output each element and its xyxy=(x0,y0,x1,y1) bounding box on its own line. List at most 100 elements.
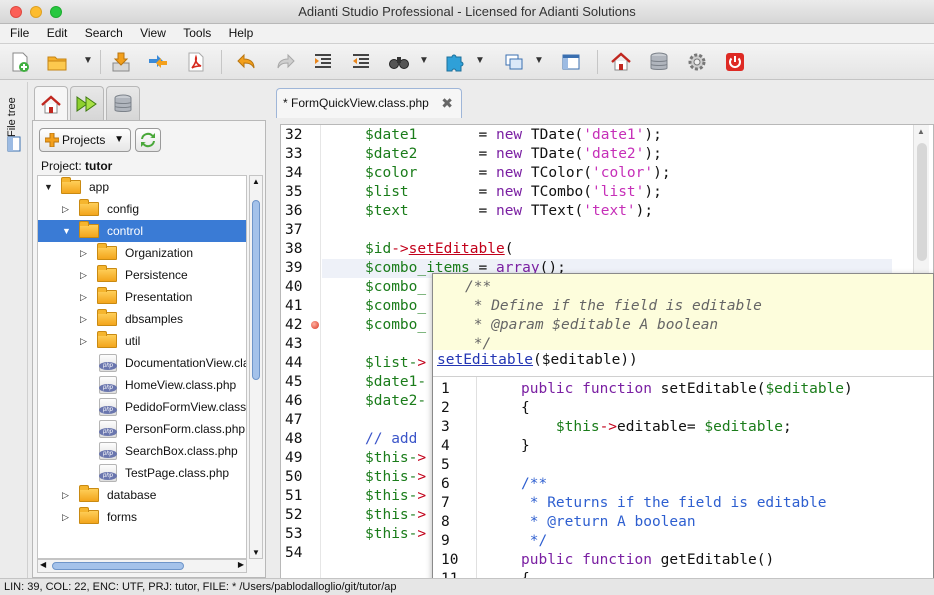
tree-horizontal-scroll-thumb[interactable] xyxy=(52,562,184,570)
code-line[interactable]: $this-> xyxy=(365,506,426,525)
find-dropdown-chevron-icon[interactable]: ▼ xyxy=(418,55,430,67)
collapsed-triangle-icon[interactable]: ▷ xyxy=(62,506,72,528)
refresh-button[interactable] xyxy=(135,128,161,152)
code-line[interactable]: // add xyxy=(365,430,417,449)
tree-row[interactable]: SearchBox.class.php xyxy=(38,440,246,462)
tree-vertical-scroll-thumb[interactable] xyxy=(252,200,260,380)
code-line[interactable]: $this-> xyxy=(365,468,426,487)
collapsed-triangle-icon[interactable]: ▷ xyxy=(62,484,72,506)
tree-row[interactable]: HomeView.class.php xyxy=(38,374,246,396)
undo-button[interactable] xyxy=(233,49,259,75)
home-button[interactable] xyxy=(608,49,634,75)
tree-row[interactable]: ▷ config xyxy=(38,198,246,220)
menu-file[interactable]: File xyxy=(3,24,36,43)
signature-method-name[interactable]: setEditable xyxy=(437,352,533,368)
tab-database[interactable] xyxy=(106,86,140,120)
panel-splitter[interactable] xyxy=(268,82,276,580)
code-line[interactable]: $date2 = new TDate('date2'); xyxy=(365,145,662,164)
scroll-down-icon[interactable]: ▼ xyxy=(252,548,260,557)
tab-project-home[interactable] xyxy=(34,86,68,122)
save-button[interactable] xyxy=(108,49,134,75)
scroll-up-icon[interactable]: ▲ xyxy=(917,127,925,136)
editor-vertical-scrollbar[interactable]: ▲ xyxy=(913,125,929,275)
redo-button[interactable] xyxy=(273,49,299,75)
menu-edit[interactable]: Edit xyxy=(40,24,75,43)
outdent-button[interactable] xyxy=(348,49,374,75)
tree-row[interactable]: ▷ dbsamples xyxy=(38,308,246,330)
tab-run[interactable] xyxy=(70,86,104,120)
collapsed-triangle-icon[interactable]: ▷ xyxy=(80,264,90,286)
find-button[interactable] xyxy=(386,49,412,75)
new-file-button[interactable] xyxy=(7,49,33,75)
code-line[interactable]: $list-> xyxy=(365,354,426,373)
scroll-right-icon[interactable]: ▶ xyxy=(238,560,244,569)
collapsed-triangle-icon[interactable]: ▷ xyxy=(80,242,90,264)
code-line[interactable]: $combo_ xyxy=(365,278,426,297)
tree-row[interactable]: ▼ control xyxy=(38,220,246,242)
window-dropdown-chevron-icon[interactable]: ▼ xyxy=(533,55,545,67)
tree-row[interactable]: ▷ forms xyxy=(38,506,246,528)
expanded-triangle-icon[interactable]: ▼ xyxy=(44,176,54,198)
open-dropdown-chevron-icon[interactable]: ▼ xyxy=(82,55,94,67)
menu-help[interactable]: Help xyxy=(222,24,261,43)
close-tab-icon[interactable]: ✖ xyxy=(441,89,453,117)
menu-view[interactable]: View xyxy=(133,24,173,43)
code-token: * @return A boolean xyxy=(521,514,696,530)
error-marker-icon[interactable] xyxy=(311,321,319,329)
code-line[interactable]: $color = new TColor('color'); xyxy=(365,164,671,183)
pdf-button[interactable] xyxy=(183,49,209,75)
expanded-triangle-icon[interactable]: ▼ xyxy=(62,220,72,242)
projects-dropdown-button[interactable]: Projects ▼ xyxy=(39,128,131,152)
minimize-window-button[interactable] xyxy=(30,6,42,18)
code-line[interactable]: $date1- xyxy=(365,373,426,392)
php-file-icon xyxy=(99,354,117,372)
tree-row[interactable]: DocumentationView.cla xyxy=(38,352,246,374)
code-line[interactable]: $combo_ xyxy=(365,297,426,316)
tree-horizontal-scrollbar[interactable]: ◀ ▶ xyxy=(37,559,247,573)
scroll-up-icon[interactable]: ▲ xyxy=(252,177,260,186)
database-button[interactable] xyxy=(646,49,672,75)
layout-button[interactable] xyxy=(558,49,584,75)
scroll-left-icon[interactable]: ◀ xyxy=(40,560,46,569)
collapsed-triangle-icon[interactable]: ▷ xyxy=(80,308,90,330)
plugin-button[interactable] xyxy=(442,49,468,75)
tree-row[interactable]: ▷ Persistence xyxy=(38,264,246,286)
window-button[interactable] xyxy=(501,49,527,75)
indent-button[interactable] xyxy=(310,49,336,75)
tab-formquickview[interactable]: * FormQuickView.class.php ✖ xyxy=(276,88,462,118)
code-line[interactable]: $this-> xyxy=(365,449,426,468)
tree-row[interactable]: PedidoFormView.class. xyxy=(38,396,246,418)
code-line[interactable]: $combo_ xyxy=(365,316,426,335)
settings-button[interactable] xyxy=(684,49,710,75)
tree-row[interactable]: PersonForm.class.php xyxy=(38,418,246,440)
editor-scroll-thumb[interactable] xyxy=(917,143,927,261)
zoom-window-button[interactable] xyxy=(50,6,62,18)
collapsed-triangle-icon[interactable]: ▷ xyxy=(80,330,90,352)
code-line[interactable]: $id->setEditable( xyxy=(365,240,513,259)
code-line[interactable]: $date1 = new TDate('date1'); xyxy=(365,126,662,145)
tree-row[interactable]: TestPage.class.php xyxy=(38,462,246,484)
code-line[interactable]: $list = new TCombo('list'); xyxy=(365,183,662,202)
code-line[interactable]: $date2- xyxy=(365,392,426,411)
plugin-dropdown-chevron-icon[interactable]: ▼ xyxy=(474,55,486,67)
tree-row[interactable]: ▷ util xyxy=(38,330,246,352)
close-window-button[interactable] xyxy=(10,6,22,18)
tree-row[interactable]: ▷ Organization xyxy=(38,242,246,264)
tree-row[interactable]: ▷ database xyxy=(38,484,246,506)
open-button[interactable] xyxy=(44,49,70,75)
tree-row[interactable]: ▼ app xyxy=(38,176,246,198)
file-tree-side-tab[interactable]: File tree xyxy=(0,82,28,580)
tree-vertical-scrollbar[interactable]: ▲ ▼ xyxy=(249,175,263,559)
collapsed-triangle-icon[interactable]: ▷ xyxy=(80,286,90,308)
menu-tools[interactable]: Tools xyxy=(176,24,218,43)
tree-row[interactable]: ▷ Presentation xyxy=(38,286,246,308)
folder-icon xyxy=(97,287,117,304)
code-line[interactable]: $this-> xyxy=(365,487,426,506)
code-line[interactable]: $text = new TText('text'); xyxy=(365,202,653,221)
quit-button[interactable] xyxy=(722,49,748,75)
move-button[interactable] xyxy=(145,49,171,75)
collapsed-triangle-icon[interactable]: ▷ xyxy=(62,198,72,220)
tree-item-label: TestPage.class.php xyxy=(125,466,230,480)
menu-search[interactable]: Search xyxy=(78,24,130,43)
code-line[interactable]: $this-> xyxy=(365,525,426,544)
